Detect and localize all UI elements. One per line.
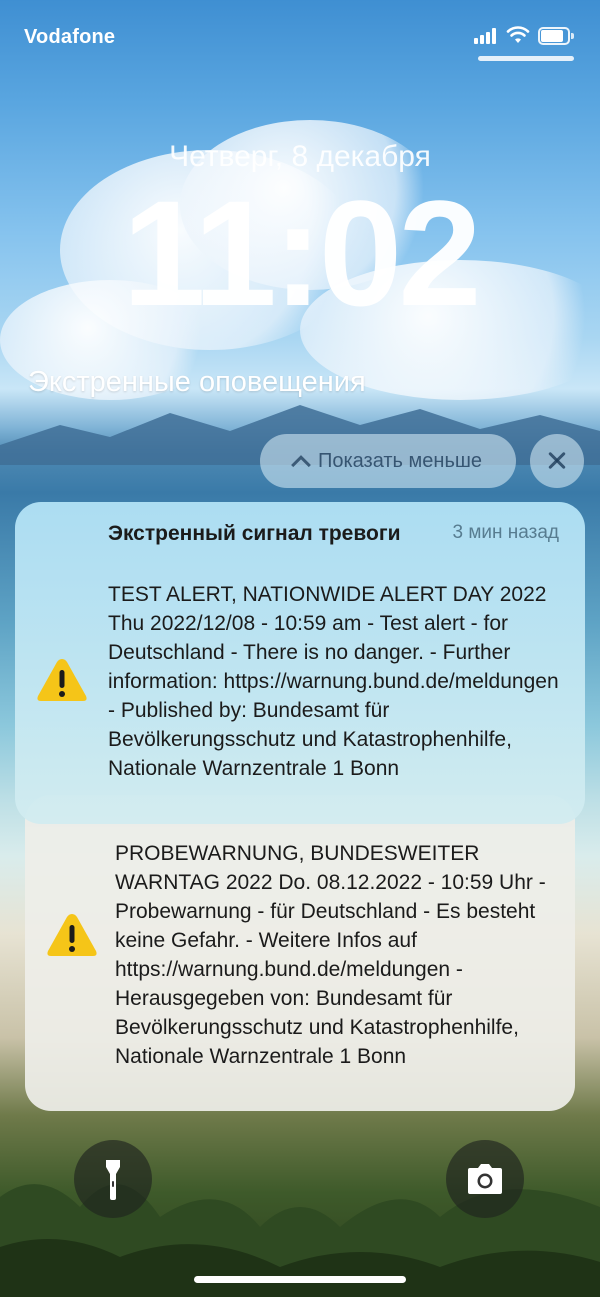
notification-card[interactable]: Экстренный сигнал тревоги 3 мин назад TE… [15,502,585,824]
lock-screen-time: 11:02 [122,169,481,337]
home-indicator[interactable] [194,1276,406,1283]
carrier-name: Vodafone [24,26,116,48]
chevron-up-icon [291,455,311,475]
warning-triangle-icon [47,914,97,956]
flashlight-button[interactable] [74,1140,152,1218]
warning-triangle-icon [37,659,87,701]
wifi-icon [506,26,530,43]
notification-group-title: Экстренные оповещения [28,366,366,398]
notification-time: 3 мин назад [452,522,559,543]
flashlight-icon [106,1160,120,1200]
notification-title: Экстренный сигнал тревоги [108,522,401,545]
battery-icon [538,27,574,45]
show-less-button[interactable]: Показать меньше [260,434,516,488]
show-less-label: Показать меньше [317,449,483,472]
close-icon[interactable] [530,434,584,488]
notification-body: TEST ALERT, NATIONWIDE ALERT DAY 2022 Th… [108,583,559,780]
notification-body: PROBEWARNUNG, BUNDESWEITER WARNTAG 2022 … [115,842,546,1068]
control-center-indicator[interactable] [478,56,574,61]
camera-icon [468,1164,502,1194]
status-bar: Vodafone [0,0,600,70]
notification-card[interactable]: PROBEWARNUNG, BUNDESWEITER WARNTAG 2022 … [25,795,575,1111]
signal-bars-icon [474,28,498,44]
camera-button[interactable] [446,1140,524,1218]
